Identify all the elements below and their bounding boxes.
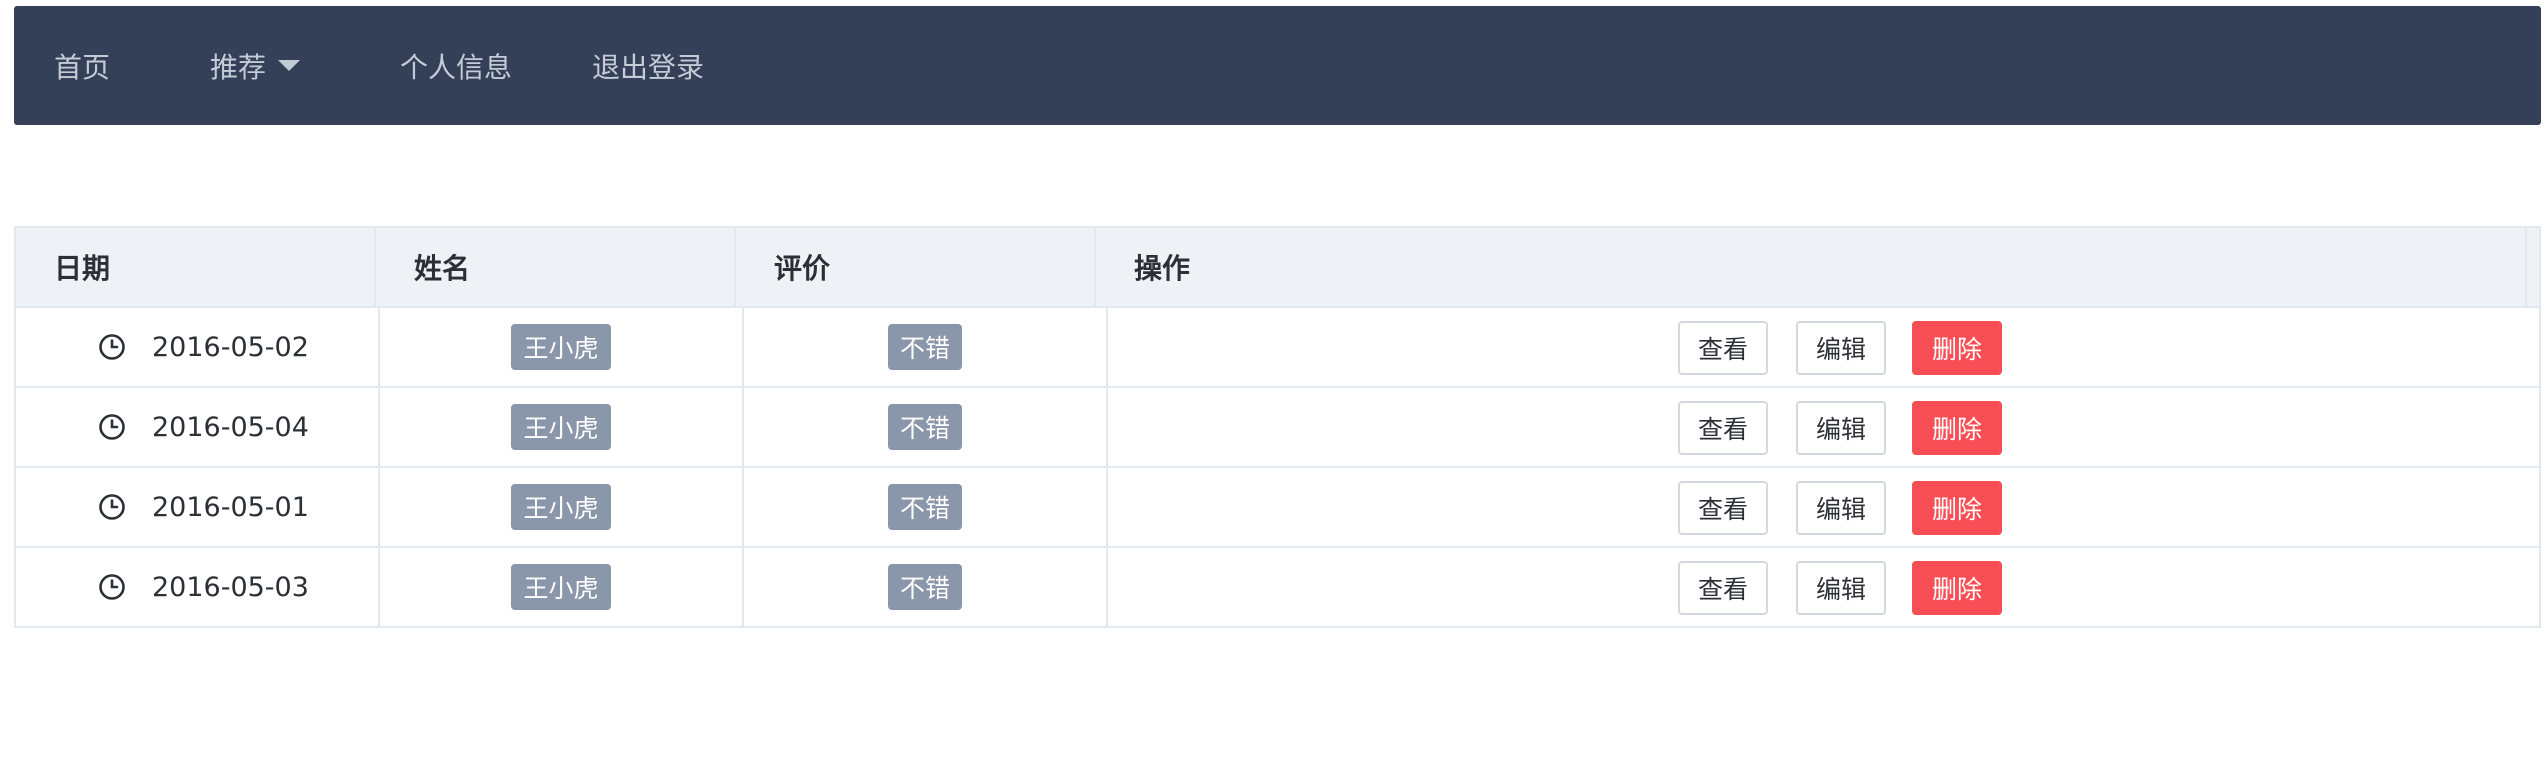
actions-cell: 查看 编辑 删除	[1108, 468, 2539, 546]
delete-button[interactable]: 删除	[1912, 321, 2002, 375]
view-button[interactable]: 查看	[1678, 561, 1768, 615]
delete-button[interactable]: 删除	[1912, 481, 2002, 535]
date-text: 2016-05-01	[152, 491, 309, 523]
rating-cell: 不错	[744, 468, 1108, 546]
date-text: 2016-05-02	[152, 331, 309, 363]
name-tag: 王小虎	[511, 564, 611, 610]
delete-button[interactable]: 删除	[1912, 401, 2002, 455]
view-button[interactable]: 查看	[1678, 481, 1768, 535]
nav-item-home[interactable]: 首页	[54, 6, 110, 125]
name-tag: 王小虎	[511, 484, 611, 530]
column-header-date: 日期	[16, 228, 376, 306]
nav-item-logout-label: 退出登录	[592, 50, 705, 84]
date-cell: 2016-05-01	[16, 468, 380, 546]
rating-tag: 不错	[887, 324, 962, 370]
name-cell: 王小虎	[380, 548, 744, 626]
nav-item-profile-label: 个人信息	[400, 50, 513, 84]
rating-tag: 不错	[887, 404, 962, 450]
delete-button[interactable]: 删除	[1912, 561, 2002, 615]
rating-cell: 不错	[744, 308, 1108, 386]
edit-button[interactable]: 编辑	[1796, 321, 1886, 375]
actions-cell: 查看 编辑 删除	[1108, 308, 2539, 386]
date-cell: 2016-05-03	[16, 548, 380, 626]
name-tag: 王小虎	[511, 404, 611, 450]
name-cell: 王小虎	[380, 388, 744, 466]
table-row: 2016-05-01 王小虎 不错 查看 编辑 删除	[16, 468, 2539, 548]
name-tag: 王小虎	[511, 324, 611, 370]
rating-tag: 不错	[887, 484, 962, 530]
rating-tag: 不错	[887, 564, 962, 610]
nav-item-profile[interactable]: 个人信息	[400, 6, 512, 125]
date-text: 2016-05-03	[152, 571, 309, 603]
table-row: 2016-05-02 王小虎 不错 查看 编辑 删除	[16, 308, 2539, 388]
date-text: 2016-05-04	[152, 411, 309, 443]
nav-item-logout[interactable]: 退出登录	[592, 6, 704, 125]
column-header-rating: 评价	[736, 228, 1096, 306]
clock-icon	[99, 414, 125, 440]
clock-icon	[99, 494, 125, 520]
edit-button[interactable]: 编辑	[1796, 481, 1886, 535]
top-navbar: 首页 推荐 个人信息 退出登录	[14, 6, 2541, 125]
name-cell: 王小虎	[380, 308, 744, 386]
table-row: 2016-05-04 王小虎 不错 查看 编辑 删除	[16, 388, 2539, 468]
table-header: 日期 姓名 评价 操作	[16, 228, 2539, 308]
column-header-actions: 操作	[1096, 228, 2527, 306]
actions-cell: 查看 编辑 删除	[1108, 548, 2539, 626]
date-cell: 2016-05-04	[16, 388, 380, 466]
caret-down-icon	[278, 60, 301, 71]
nav-item-recommend[interactable]: 推荐	[210, 6, 301, 125]
nav-item-recommend-label: 推荐	[210, 50, 267, 84]
data-table: 日期 姓名 评价 操作 2016-05-02 王小虎 不错 查看 编辑 删除 2…	[14, 226, 2541, 628]
rating-cell: 不错	[744, 548, 1108, 626]
edit-button[interactable]: 编辑	[1796, 401, 1886, 455]
column-header-name: 姓名	[376, 228, 736, 306]
name-cell: 王小虎	[380, 468, 744, 546]
actions-cell: 查看 编辑 删除	[1108, 388, 2539, 466]
view-button[interactable]: 查看	[1678, 321, 1768, 375]
nav-item-home-label: 首页	[54, 50, 111, 84]
rating-cell: 不错	[744, 388, 1108, 466]
edit-button[interactable]: 编辑	[1796, 561, 1886, 615]
clock-icon	[99, 334, 125, 360]
view-button[interactable]: 查看	[1678, 401, 1768, 455]
clock-icon	[99, 574, 125, 600]
date-cell: 2016-05-02	[16, 308, 380, 386]
table-row: 2016-05-03 王小虎 不错 查看 编辑 删除	[16, 548, 2539, 626]
